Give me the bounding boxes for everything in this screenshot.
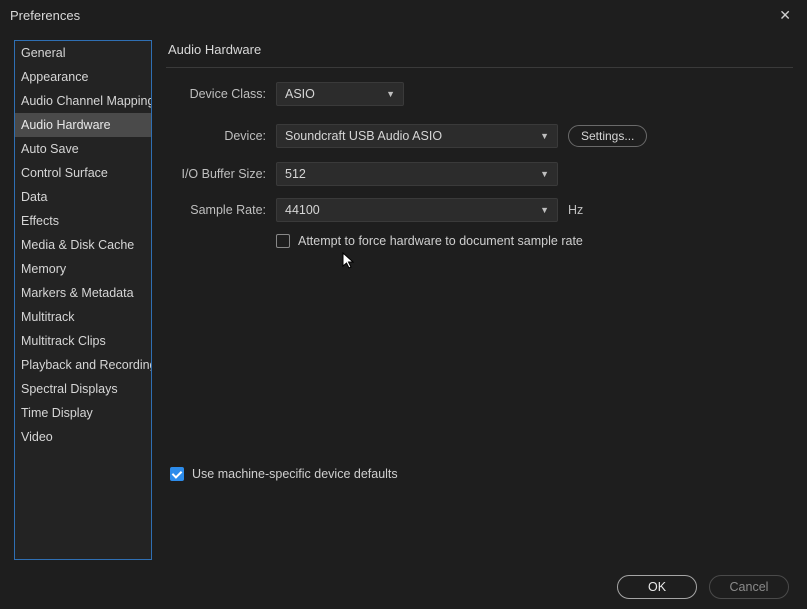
dialog-footer: OK Cancel: [617, 575, 789, 599]
sample-rate-row: Sample Rate: 44100 ▼ Hz: [176, 198, 783, 222]
sidebar-item-markers-metadata[interactable]: Markers & Metadata: [15, 281, 151, 305]
device-class-row: Device Class: ASIO ▼: [176, 82, 783, 106]
chevron-down-icon: ▼: [540, 131, 549, 141]
machine-defaults-label: Use machine-specific device defaults: [192, 467, 398, 481]
sidebar-item-time-display[interactable]: Time Display: [15, 401, 151, 425]
window-title: Preferences: [10, 8, 80, 23]
device-dropdown[interactable]: Soundcraft USB Audio ASIO ▼: [276, 124, 558, 148]
sidebar-item-general[interactable]: General: [15, 41, 151, 65]
io-buffer-value: 512: [285, 167, 306, 181]
sample-rate-unit: Hz: [568, 203, 583, 217]
sidebar-item-multitrack[interactable]: Multitrack: [15, 305, 151, 329]
title-bar: Preferences ✕: [0, 0, 807, 30]
device-class-value: ASIO: [285, 87, 315, 101]
chevron-down-icon: ▼: [540, 205, 549, 215]
sidebar-item-media-disk-cache[interactable]: Media & Disk Cache: [15, 233, 151, 257]
sidebar-item-audio-channel-mapping[interactable]: Audio Channel Mapping: [15, 89, 151, 113]
chevron-down-icon: ▼: [386, 89, 395, 99]
sidebar-item-playback-recording[interactable]: Playback and Recording: [15, 353, 151, 377]
cancel-button[interactable]: Cancel: [709, 575, 789, 599]
sidebar-item-audio-hardware[interactable]: Audio Hardware: [15, 113, 151, 137]
device-label: Device:: [176, 129, 266, 143]
sidebar-item-spectral-displays[interactable]: Spectral Displays: [15, 377, 151, 401]
machine-defaults-checkbox[interactable]: [170, 467, 184, 481]
sidebar-item-memory[interactable]: Memory: [15, 257, 151, 281]
device-value: Soundcraft USB Audio ASIO: [285, 129, 442, 143]
sample-rate-label: Sample Rate:: [176, 203, 266, 217]
ok-button[interactable]: OK: [617, 575, 697, 599]
chevron-down-icon: ▼: [540, 169, 549, 179]
content-area: General Appearance Audio Channel Mapping…: [0, 30, 807, 560]
machine-defaults-row: Use machine-specific device defaults: [170, 467, 793, 481]
device-settings-button[interactable]: Settings...: [568, 125, 647, 147]
sample-rate-dropdown[interactable]: 44100 ▼: [276, 198, 558, 222]
sample-rate-value: 44100: [285, 203, 320, 217]
sidebar-item-auto-save[interactable]: Auto Save: [15, 137, 151, 161]
audio-hardware-panel: Device Class: ASIO ▼ Device: Soundcraft …: [166, 67, 793, 405]
io-buffer-label: I/O Buffer Size:: [176, 167, 266, 181]
device-class-label: Device Class:: [176, 87, 266, 101]
sidebar-item-data[interactable]: Data: [15, 185, 151, 209]
preferences-sidebar: General Appearance Audio Channel Mapping…: [14, 40, 152, 560]
sidebar-item-video[interactable]: Video: [15, 425, 151, 449]
force-hw-label: Attempt to force hardware to document sa…: [298, 234, 583, 248]
device-row: Device: Soundcraft USB Audio ASIO ▼ Sett…: [176, 124, 783, 148]
close-icon[interactable]: ✕: [773, 5, 797, 26]
force-hw-checkbox[interactable]: [276, 234, 290, 248]
sidebar-item-multitrack-clips[interactable]: Multitrack Clips: [15, 329, 151, 353]
main-panel: Audio Hardware Device Class: ASIO ▼ Devi…: [152, 40, 793, 560]
section-title: Audio Hardware: [166, 40, 793, 67]
sidebar-item-effects[interactable]: Effects: [15, 209, 151, 233]
device-class-dropdown[interactable]: ASIO ▼: [276, 82, 404, 106]
sidebar-item-control-surface[interactable]: Control Surface: [15, 161, 151, 185]
io-buffer-row: I/O Buffer Size: 512 ▼: [176, 162, 783, 186]
force-hw-row: Attempt to force hardware to document sa…: [276, 234, 783, 248]
io-buffer-dropdown[interactable]: 512 ▼: [276, 162, 558, 186]
sidebar-item-appearance[interactable]: Appearance: [15, 65, 151, 89]
